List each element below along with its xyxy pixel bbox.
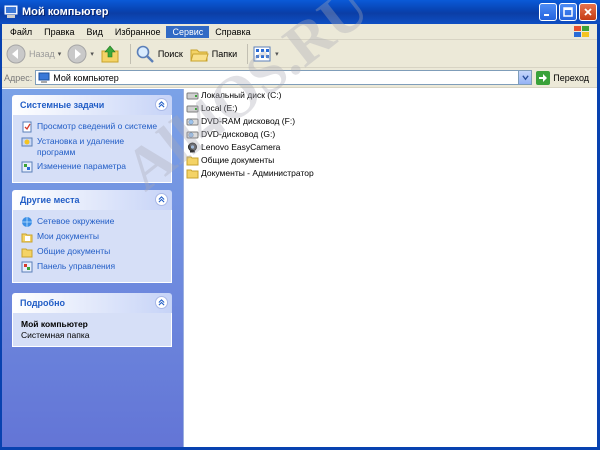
address-value: Мой компьютер [53,72,119,83]
details-type: Системная папка [21,330,90,340]
place-shared-documents[interactable]: Общие документы [21,246,163,258]
folders-icon [190,49,209,61]
maximize-button[interactable] [559,3,577,21]
address-bar: Адрес: Мой компьютер Переход [0,68,600,88]
my-computer-icon [38,72,50,83]
back-dropdown-icon[interactable]: ▾ [58,50,62,58]
my-documents-icon [21,233,33,243]
control-panel-icon [21,161,33,173]
window-frame-left [0,24,2,450]
back-button[interactable]: Назад ▾ [6,44,61,64]
forward-button[interactable]: ▾ [67,44,94,64]
menu-bar: Файл Правка Вид Избранное Сервис Справка [0,24,600,40]
go-label: Переход [553,72,590,83]
dvd-drive-icon [186,131,199,138]
file-list[interactable]: Локальный диск (C:) Local (E:) DVD-RAM д… [183,89,597,447]
hard-drive-icon [186,105,199,112]
folders-button[interactable]: Папки [189,44,237,64]
search-label: Поиск [157,48,183,59]
toolbar-separator [129,43,131,64]
details-name: Мой компьютер [21,319,88,329]
views-dropdown-icon[interactable]: ▾ [275,50,279,58]
folder-icon [186,169,199,178]
address-label: Адрес: [4,72,33,83]
system-tasks-title: Системные задачи [20,100,105,110]
list-item[interactable]: Документы - Администратор [186,167,314,179]
system-info-icon [22,121,32,133]
toolbar-separator [247,43,249,64]
chevron-down-icon [522,75,529,81]
go-arrow-icon [536,70,551,85]
folders-label: Папки [211,48,238,59]
place-network[interactable]: Сетевое окружение [21,216,163,228]
menu-help[interactable]: Справка [209,26,256,38]
toolbar: Назад ▾ ▾ Поиск Папки ▾ [0,40,600,68]
back-arrow-icon [6,44,26,63]
menu-edit[interactable]: Правка [38,26,80,38]
go-button[interactable]: Переход [536,70,590,85]
menu-file[interactable]: Файл [4,26,38,38]
views-icon [253,46,271,61]
details-panel: Подробно Мой компьютер Системная папка [12,293,172,347]
my-computer-icon [4,5,18,18]
collapse-icon[interactable] [155,296,168,309]
up-button[interactable] [100,44,120,64]
windows-logo-icon [568,25,596,39]
address-dropdown-button[interactable] [518,71,532,84]
maximize-icon [563,7,573,17]
other-places-title: Другие места [20,195,80,205]
task-add-remove-programs[interactable]: Установка и удаление программ [21,136,163,158]
add-remove-programs-icon [21,137,33,147]
place-my-documents[interactable]: Мои документы [21,231,163,243]
list-item[interactable]: Локальный диск (C:) [186,89,281,101]
title-bar[interactable]: Мой компьютер [0,0,600,24]
webcam-icon [188,142,197,152]
hard-drive-icon [186,92,199,99]
back-label: Назад [29,48,55,59]
views-button[interactable]: ▾ [252,44,279,64]
control-panel-icon [21,261,33,273]
folder-icon [186,156,199,165]
close-icon [584,8,592,16]
details-header[interactable]: Подробно [12,293,172,313]
menu-tools[interactable]: Сервис [166,25,210,38]
forward-dropdown-icon[interactable]: ▾ [90,50,94,58]
collapse-icon[interactable] [155,193,168,206]
system-tasks-header[interactable]: Системные задачи [12,95,172,115]
place-control-panel[interactable]: Панель управления [21,261,163,273]
search-button[interactable]: Поиск [135,44,183,64]
details-title: Подробно [20,298,66,308]
list-item[interactable]: DVD-дисковод (G:) [186,128,275,140]
search-icon [136,45,154,63]
folder-up-icon [101,45,119,62]
other-places-header[interactable]: Другие места [12,190,172,210]
dvd-drive-icon [186,118,199,125]
list-item[interactable]: Local (E:) [186,102,237,114]
list-item[interactable]: Lenovo EasyCamera [186,141,280,153]
menu-view[interactable]: Вид [81,26,109,38]
other-places-panel: Другие места Сетевое окружение Мои докум… [12,190,172,283]
folder-icon [21,248,33,258]
address-input[interactable]: Мой компьютер [35,70,533,85]
task-change-setting[interactable]: Изменение параметра [21,161,163,173]
close-button[interactable] [579,3,597,21]
minimize-button[interactable] [539,3,557,21]
minimize-icon [544,14,549,16]
list-item[interactable]: DVD-RAM дисковод (F:) [186,115,295,127]
collapse-icon[interactable] [155,98,168,111]
window-title: Мой компьютер [22,6,109,18]
system-tasks-panel: Системные задачи Просмотр сведений о сис… [12,95,172,183]
menu-favorites[interactable]: Избранное [109,26,167,38]
list-item[interactable]: Общие документы [186,154,274,166]
task-view-system-info[interactable]: Просмотр сведений о системе [21,121,163,133]
network-icon [22,217,32,227]
task-pane: Системные задачи Просмотр сведений о сис… [0,89,183,447]
forward-arrow-icon [67,44,87,63]
